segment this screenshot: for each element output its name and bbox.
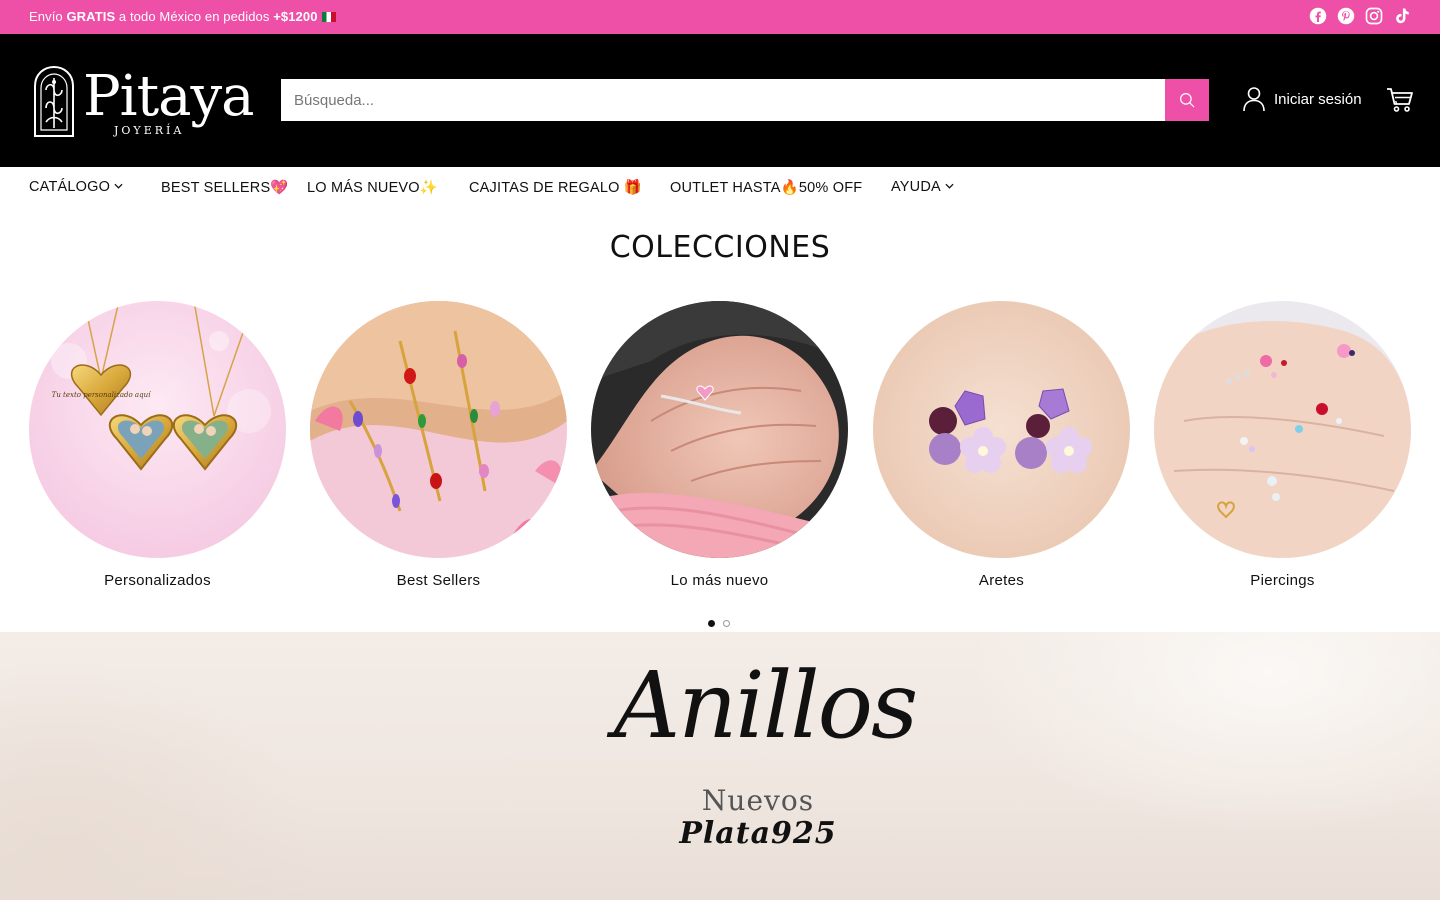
collection-card-piercings[interactable]: Piercings [1154, 301, 1411, 589]
announcement-text: Envío GRATIS a todo México en pedidos +$… [29, 9, 336, 24]
banner-tagline: Plata925 [679, 816, 837, 851]
nav-ayuda[interactable]: AYUDA [891, 179, 954, 195]
social-links [1309, 7, 1411, 25]
instagram-icon[interactable] [1365, 7, 1383, 25]
search-button[interactable] [1165, 79, 1209, 121]
collection-image-piercings [1154, 301, 1411, 558]
collection-image-lo-mas-nuevo [591, 301, 848, 558]
chevron-down-icon [945, 183, 954, 189]
banner-title: Anillos [613, 652, 919, 759]
cart-icon[interactable] [1386, 87, 1414, 113]
login-label: Iniciar sesión [1274, 90, 1362, 108]
collection-image-best-sellers [310, 301, 567, 558]
search-bar [281, 79, 1209, 121]
collection-label: Best Sellers [396, 572, 481, 589]
carousel-pagination [708, 620, 730, 627]
search-input[interactable] [281, 79, 1165, 121]
login-link[interactable]: Iniciar sesión [1242, 86, 1362, 112]
brand-name: Pitaya [83, 64, 255, 129]
nav-lo-mas-nuevo[interactable]: LO MÁS NUEVO✨ [307, 179, 438, 196]
banner-subtitle: Nuevos [701, 784, 815, 817]
announcement-bar: Envío GRATIS a todo México en pedidos +$… [0, 0, 1440, 34]
hero-banner[interactable]: Anillos Nuevos Plata925 [0, 632, 1440, 900]
collection-label: Piercings [1250, 572, 1315, 589]
chevron-down-icon [114, 183, 123, 189]
collection-card-aretes[interactable]: Aretes [873, 301, 1130, 589]
main-nav: CATÁLOGO BEST SELLERS💖 LO MÁS NUEVO✨ CAJ… [0, 167, 1440, 209]
search-icon [1180, 93, 1195, 108]
tiktok-icon[interactable] [1393, 7, 1411, 25]
site-header: Pitaya JOYERÍA Iniciar sesión [0, 34, 1440, 167]
brand-monogram-icon [34, 65, 74, 137]
user-icon [1243, 87, 1265, 112]
collection-image-personalizados: Tu texto personalizado aquí [29, 301, 286, 558]
carousel-dot-2[interactable] [723, 620, 730, 627]
nav-catalogo[interactable]: CATÁLOGO [29, 179, 123, 195]
collection-card-lo-mas-nuevo[interactable]: Lo más nuevo [591, 301, 848, 589]
collection-card-best-sellers[interactable]: Best Sellers [310, 301, 567, 589]
collection-label: Aretes [978, 572, 1025, 589]
nav-best-sellers[interactable]: BEST SELLERS💖 [161, 179, 289, 196]
svg-text:Tu texto personalizado aquí: Tu texto personalizado aquí [52, 391, 151, 399]
brand-subtitle: JOYERÍA [114, 124, 185, 137]
carousel-dot-1[interactable] [708, 620, 715, 627]
collection-label: Personalizados [104, 572, 211, 589]
collection-card-personalizados[interactable]: Tu texto personalizado aquí Personalizad… [29, 301, 286, 589]
facebook-icon[interactable] [1309, 7, 1327, 25]
nav-cajitas-de-regalo[interactable]: CAJITAS DE REGALO 🎁 [469, 179, 642, 196]
nav-outlet[interactable]: OUTLET HASTA🔥50% OFF [670, 179, 862, 196]
brand-logo[interactable]: Pitaya JOYERÍA [30, 62, 255, 142]
collections-title: COLECCIONES [609, 230, 831, 265]
pinterest-icon[interactable] [1337, 7, 1355, 25]
mexico-flag-icon [321, 12, 336, 22]
collection-label: Lo más nuevo [670, 572, 769, 589]
collection-image-aretes [873, 301, 1130, 558]
